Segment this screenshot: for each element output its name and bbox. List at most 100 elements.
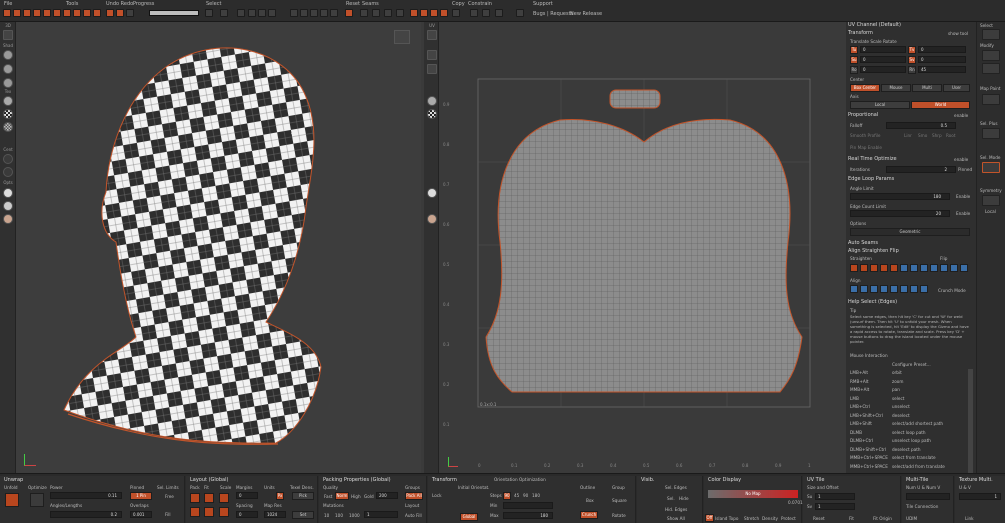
center-mouse-button[interactable]: Mouse <box>881 84 911 92</box>
toolbar-icon-21[interactable] <box>310 9 318 17</box>
align-icon-0[interactable] <box>850 285 858 293</box>
mut-1000[interactable]: 1000 <box>349 513 360 518</box>
toolbar-icon-35[interactable] <box>482 9 490 17</box>
move-icon[interactable] <box>3 167 13 177</box>
shrp-option[interactable]: Shrp <box>932 133 942 138</box>
toolbar-icon-14[interactable] <box>220 9 228 17</box>
uv-layout[interactable] <box>440 22 845 473</box>
toolbar-icon-27[interactable] <box>384 9 392 17</box>
toolbar-icon-4[interactable] <box>43 9 51 17</box>
realtime-title[interactable]: Real Time Optimize <box>848 156 897 162</box>
ro-field[interactable]: 0 <box>860 66 906 73</box>
toolbar-icon-1[interactable] <box>13 9 21 17</box>
align-icon-1[interactable] <box>860 285 868 293</box>
packing-title[interactable]: Packing Properties (Global) <box>323 477 391 483</box>
angles-field[interactable]: 0.2 <box>50 511 122 518</box>
one-pin-button[interactable]: 1 Pin <box>130 492 152 500</box>
uv-grid-icon[interactable] <box>427 50 437 60</box>
rn-button[interactable]: Rn <box>908 66 916 74</box>
tv-field[interactable]: 0 <box>918 46 966 53</box>
toolbar-icon-9[interactable] <box>93 9 101 17</box>
protect-option[interactable]: Protect <box>781 516 796 521</box>
realtime-enable[interactable]: enable <box>954 157 968 162</box>
su-button[interactable]: Su <box>850 56 858 64</box>
fit-alt-icon[interactable] <box>204 507 214 517</box>
help-scrollbar[interactable] <box>968 369 973 473</box>
sel-plus-icon[interactable] <box>982 128 1000 139</box>
mut-100[interactable]: 100 <box>335 513 343 518</box>
toolbar-icon-18[interactable] <box>268 9 276 17</box>
set-button[interactable]: Set <box>292 511 314 519</box>
hide-option[interactable]: Hide <box>679 496 689 501</box>
visib-title[interactable]: Visib. <box>641 477 654 483</box>
gold-field[interactable]: 200 <box>376 492 398 499</box>
box-option[interactable]: Box <box>586 498 594 503</box>
pack-all-button[interactable]: Pack All <box>405 492 423 500</box>
edge-count-field[interactable]: 20 <box>850 210 950 217</box>
mut-10[interactable]: 10 <box>324 513 329 518</box>
toolbar-icon-37[interactable] <box>516 9 524 17</box>
ro-button[interactable]: Ro <box>850 66 858 74</box>
uv-light-icon[interactable] <box>427 188 437 198</box>
align-icon-6[interactable] <box>910 285 918 293</box>
toolbar-icon-31[interactable] <box>430 9 438 17</box>
align-icon-3[interactable] <box>880 285 888 293</box>
gold-option[interactable]: Gold <box>364 494 374 499</box>
tile-su-field[interactable]: 1 <box>815 493 855 500</box>
toolbar-icon-34[interactable] <box>470 9 478 17</box>
align-title[interactable]: Align Straighten Flip <box>848 248 899 254</box>
high-option[interactable]: High <box>351 494 361 499</box>
fit-icon[interactable] <box>204 493 214 503</box>
camera-icon[interactable] <box>3 30 13 40</box>
spacing-field[interactable]: 0 <box>236 511 258 518</box>
link-new-release[interactable]: New Release <box>570 11 602 17</box>
density-option[interactable]: Density <box>762 516 778 521</box>
align-icon-4[interactable] <box>890 285 898 293</box>
light-bulb-icon[interactable] <box>3 188 13 198</box>
scale-alt-icon[interactable] <box>219 507 229 517</box>
unfold-icon[interactable] <box>5 493 19 507</box>
straighten-icon-3[interactable] <box>880 264 888 272</box>
align-icon-5[interactable] <box>900 285 908 293</box>
menu-tools[interactable]: Tools <box>66 1 78 7</box>
toolbar-icon-6[interactable] <box>63 9 71 17</box>
view-cube[interactable] <box>394 30 410 44</box>
fit-origin-option[interactable]: Fit Origin <box>873 516 892 521</box>
map-res-field[interactable]: 1024 <box>264 511 286 518</box>
num-uv-field[interactable] <box>906 493 950 500</box>
matcap-gray-icon[interactable] <box>3 201 13 211</box>
toolbar-icon-12[interactable] <box>126 9 134 17</box>
toolbar-icon-20[interactable] <box>300 9 308 17</box>
toolbar-icon-28[interactable] <box>396 9 404 17</box>
straighten-icon-4[interactable] <box>890 264 898 272</box>
checker-icon[interactable] <box>3 109 13 119</box>
toolbar-icon-30[interactable] <box>420 9 428 17</box>
menu-support[interactable]: Support <box>533 1 553 7</box>
straighten-icon-6[interactable] <box>910 264 918 272</box>
angle-limit-field[interactable]: 180 <box>850 193 950 200</box>
proportional-enable[interactable]: enable <box>954 113 968 118</box>
tile-sv-field[interactable]: 1 <box>815 503 855 510</box>
modify-icon[interactable] <box>982 50 1000 61</box>
light-icon[interactable] <box>3 154 13 164</box>
straighten-icon-0[interactable] <box>850 264 858 272</box>
axis-world-button[interactable]: World <box>911 101 970 109</box>
show-tool-label[interactable]: show tool <box>948 31 968 36</box>
deg-45[interactable]: 45 <box>514 493 519 498</box>
toolbar-icon-8[interactable] <box>83 9 91 17</box>
wireframe-sphere-icon[interactable] <box>3 50 13 60</box>
select-arrow-icon[interactable] <box>982 29 1000 40</box>
pack-alt-icon[interactable] <box>190 507 200 517</box>
pack-icon[interactable] <box>190 493 200 503</box>
stretch-option[interactable]: Stretch <box>744 516 759 521</box>
help-title[interactable]: Help Select (Edges) <box>848 299 897 305</box>
linr-option[interactable]: Linr <box>904 133 912 138</box>
max-field[interactable]: 180 <box>503 512 553 519</box>
align-icon-7[interactable] <box>920 285 928 293</box>
margins-field[interactable]: 0 <box>236 492 258 499</box>
sv-button[interactable]: Sv <box>908 56 916 64</box>
reset-option[interactable]: Reset <box>813 516 825 521</box>
paint-brush-icon[interactable] <box>982 94 1000 105</box>
transform-bottom-title[interactable]: Transform <box>432 477 457 483</box>
center-box-button[interactable]: Box Center <box>850 84 880 92</box>
